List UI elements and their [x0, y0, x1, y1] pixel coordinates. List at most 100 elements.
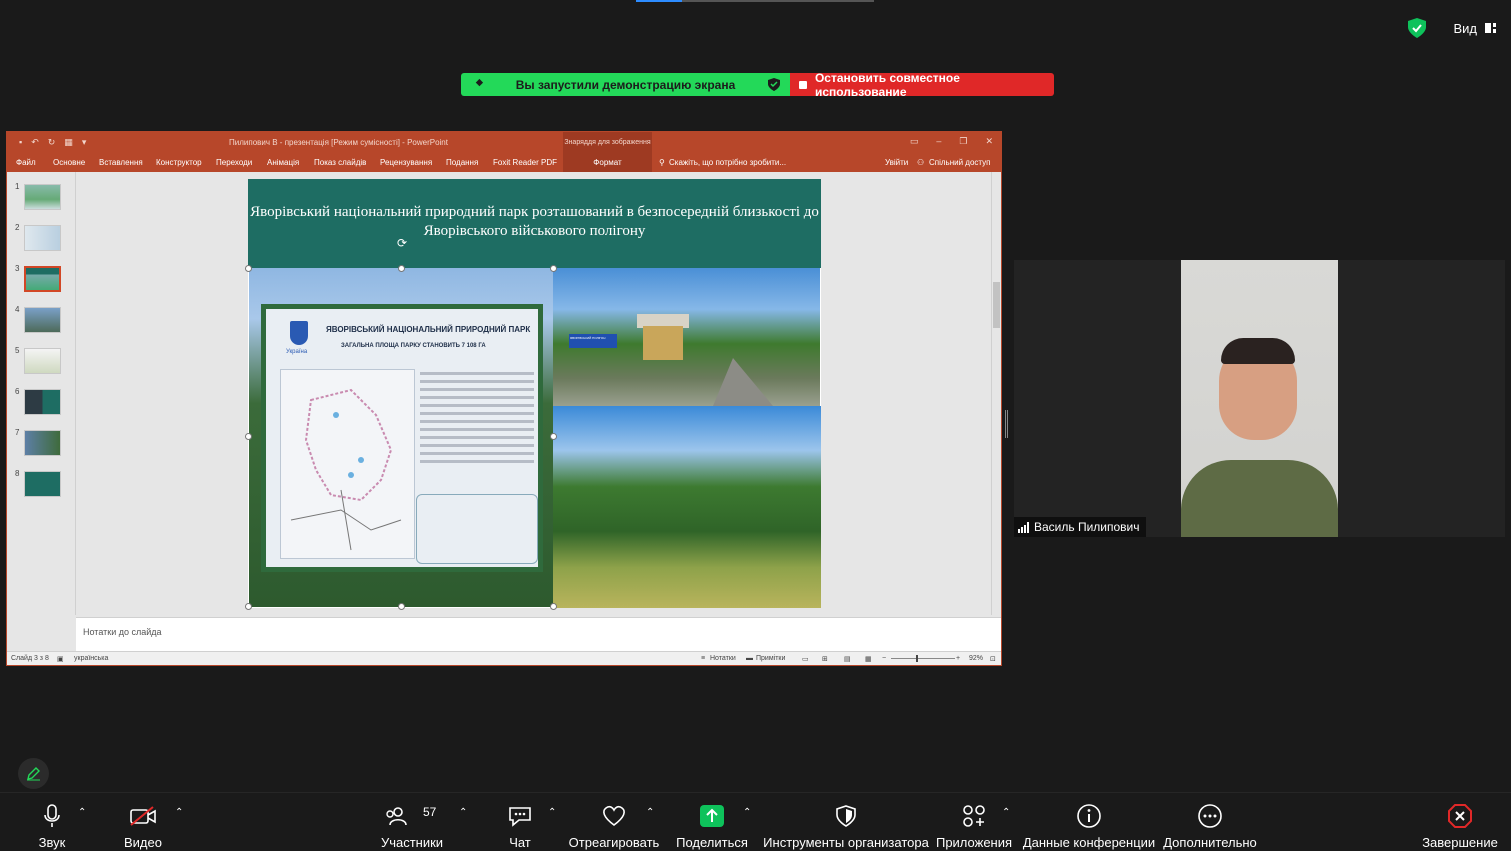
- share-options-caret[interactable]: ⌃: [743, 807, 751, 818]
- slide-thumbnail-5[interactable]: [24, 348, 61, 374]
- pin-icon[interactable]: [473, 78, 484, 89]
- vertical-scrollbar[interactable]: [991, 172, 1001, 615]
- view-menu-button[interactable]: Вид: [1453, 16, 1497, 40]
- save-icon[interactable]: ▪: [19, 137, 22, 148]
- more-button[interactable]: Дополнительно: [1163, 793, 1257, 851]
- react-button[interactable]: Отреагировать: [569, 793, 659, 851]
- share-doc-button[interactable]: Спільний доступ: [929, 158, 991, 167]
- sign-in-link[interactable]: Увійти: [885, 158, 908, 167]
- language-status[interactable]: українська: [74, 655, 108, 662]
- thumb-number: 3: [15, 264, 20, 273]
- panel-splitter[interactable]: [1005, 410, 1008, 438]
- audio-options-caret[interactable]: ⌃: [78, 807, 86, 818]
- rotate-handle-icon[interactable]: ⟳: [397, 236, 407, 250]
- undo-icon[interactable]: ↶: [31, 137, 39, 148]
- resize-handle[interactable]: [398, 265, 405, 272]
- slide-thumbnail-7[interactable]: [24, 430, 61, 456]
- audio-button[interactable]: Звук: [30, 793, 74, 851]
- meeting-info-button[interactable]: Данные конференции: [1023, 793, 1155, 851]
- tell-me-search[interactable]: Скажіть, що потрібно зробити...: [669, 158, 786, 167]
- maximize-icon[interactable]: ❐: [959, 136, 967, 147]
- chat-button[interactable]: Чат: [505, 793, 535, 851]
- notes-toggle-icon: ≡: [701, 655, 706, 662]
- slide-thumbnail-1[interactable]: [24, 184, 61, 210]
- zoom-slider[interactable]: [891, 658, 955, 659]
- resize-handle[interactable]: [245, 433, 252, 440]
- tab-view[interactable]: Подання: [446, 158, 478, 167]
- slide-thumbnail-3[interactable]: [24, 266, 61, 292]
- polygon-entrance-photo[interactable]: ЯВОРІВСЬКИЙ ПОЛІГОН: [553, 268, 820, 406]
- notes-toggle[interactable]: Нотатки: [710, 655, 736, 662]
- customize-icon[interactable]: ▾: [82, 137, 87, 148]
- apps-options-caret[interactable]: ⌃: [1002, 807, 1010, 818]
- slide-thumbnail-2[interactable]: [24, 225, 61, 251]
- close-icon[interactable]: ✕: [985, 136, 993, 147]
- tab-animations[interactable]: Анімація: [267, 158, 299, 167]
- video-options-caret[interactable]: ⌃: [175, 807, 183, 818]
- comments-toggle[interactable]: Примітки: [756, 655, 785, 662]
- tab-insert[interactable]: Вставлення: [99, 158, 143, 167]
- presenter-icon[interactable]: ▦: [64, 137, 73, 148]
- slide-thumbnail-6[interactable]: [24, 389, 61, 415]
- screen-share-banner: Вы запустили демонстрацию экрана Останов…: [461, 73, 1054, 96]
- participant-name-label: Василь Пилипович: [1014, 517, 1146, 537]
- resize-handle[interactable]: [245, 603, 252, 610]
- video-button[interactable]: Видео: [120, 793, 166, 851]
- chat-options-caret[interactable]: ⌃: [548, 807, 556, 818]
- resize-handle[interactable]: [550, 265, 557, 272]
- participants-button[interactable]: Участники: [380, 793, 444, 851]
- react-options-caret[interactable]: ⌃: [646, 807, 654, 818]
- slide-title[interactable]: Яворівський національний природний парк …: [248, 179, 821, 268]
- share-status: Вы запустили демонстрацию экрана: [461, 73, 790, 96]
- slideshow-icon[interactable]: ▦: [865, 655, 872, 663]
- apps-button[interactable]: Приложения: [936, 793, 1012, 851]
- resize-handle[interactable]: [398, 603, 405, 610]
- slide-canvas[interactable]: Яворівський національний природний парк …: [245, 179, 821, 610]
- zoom-slider-thumb[interactable]: [916, 655, 918, 662]
- notes-pane[interactable]: Нотатки до слайда: [76, 617, 1001, 652]
- resize-handle[interactable]: [245, 265, 252, 272]
- ribbon-display-icon[interactable]: ▭: [910, 136, 919, 147]
- annotate-button[interactable]: [18, 758, 49, 789]
- tab-transitions[interactable]: Переходи: [216, 158, 252, 167]
- end-meeting-button[interactable]: Завершение: [1422, 793, 1498, 851]
- resize-handle[interactable]: [550, 433, 557, 440]
- tab-foxit[interactable]: Foxit Reader PDF: [493, 158, 557, 167]
- thumb-number: 6: [15, 387, 20, 396]
- redo-icon[interactable]: ↻: [48, 137, 56, 148]
- share-screen-button[interactable]: Поделиться: [676, 793, 748, 851]
- spellcheck-icon[interactable]: ▣: [57, 655, 64, 663]
- participants-options-caret[interactable]: ⌃: [459, 807, 467, 818]
- slide-thumbnail-8[interactable]: [24, 471, 61, 497]
- tab-slideshow[interactable]: Показ слайдів: [314, 158, 366, 167]
- scrollbar-thumb[interactable]: [993, 282, 1000, 328]
- ppt-workspace: 1 2 3 4 5 6 7 8 Яворівський національний…: [7, 172, 1001, 652]
- video-label: Видео: [124, 835, 162, 850]
- slide-sorter-icon[interactable]: ⊞: [822, 655, 828, 663]
- tab-review[interactable]: Рецензування: [380, 158, 432, 167]
- participant-body: [1181, 460, 1338, 537]
- stop-share-button[interactable]: Остановить совместное использование: [790, 73, 1054, 96]
- minimize-icon[interactable]: –: [936, 136, 941, 147]
- thumb-number: 2: [15, 223, 20, 232]
- host-tools-button[interactable]: Инструменты организатора: [763, 793, 929, 851]
- tab-file[interactable]: Файл: [16, 158, 36, 167]
- zoom-out-icon[interactable]: −: [882, 655, 886, 662]
- coat-of-arms-icon: [290, 321, 308, 345]
- tab-design[interactable]: Конструктор: [156, 158, 202, 167]
- slide-thumbnail-4[interactable]: [24, 307, 61, 333]
- fit-slide-icon[interactable]: ⊡: [990, 655, 996, 663]
- zoom-level[interactable]: 92%: [969, 655, 983, 662]
- zoom-in-icon[interactable]: +: [956, 655, 960, 662]
- resize-handle[interactable]: [550, 603, 557, 610]
- tab-home[interactable]: Основне: [53, 158, 85, 167]
- participant-video-tile[interactable]: Василь Пилипович: [1014, 260, 1505, 537]
- polygon-road-sign: ЯВОРІВСЬКИЙ ПОЛІГОН: [569, 334, 617, 348]
- reading-view-icon[interactable]: ▤: [844, 655, 851, 663]
- tab-format[interactable]: Формат: [563, 152, 652, 172]
- normal-view-icon[interactable]: ▭: [802, 655, 809, 663]
- forest-landscape-photo[interactable]: [553, 406, 821, 608]
- audio-label: Звук: [38, 835, 66, 850]
- encryption-shield-icon[interactable]: [1408, 18, 1426, 38]
- park-sign-photo[interactable]: Україна ЯВОРІВСЬКИЙ НАЦІОНАЛЬНИЙ ПРИРОДН…: [249, 268, 553, 607]
